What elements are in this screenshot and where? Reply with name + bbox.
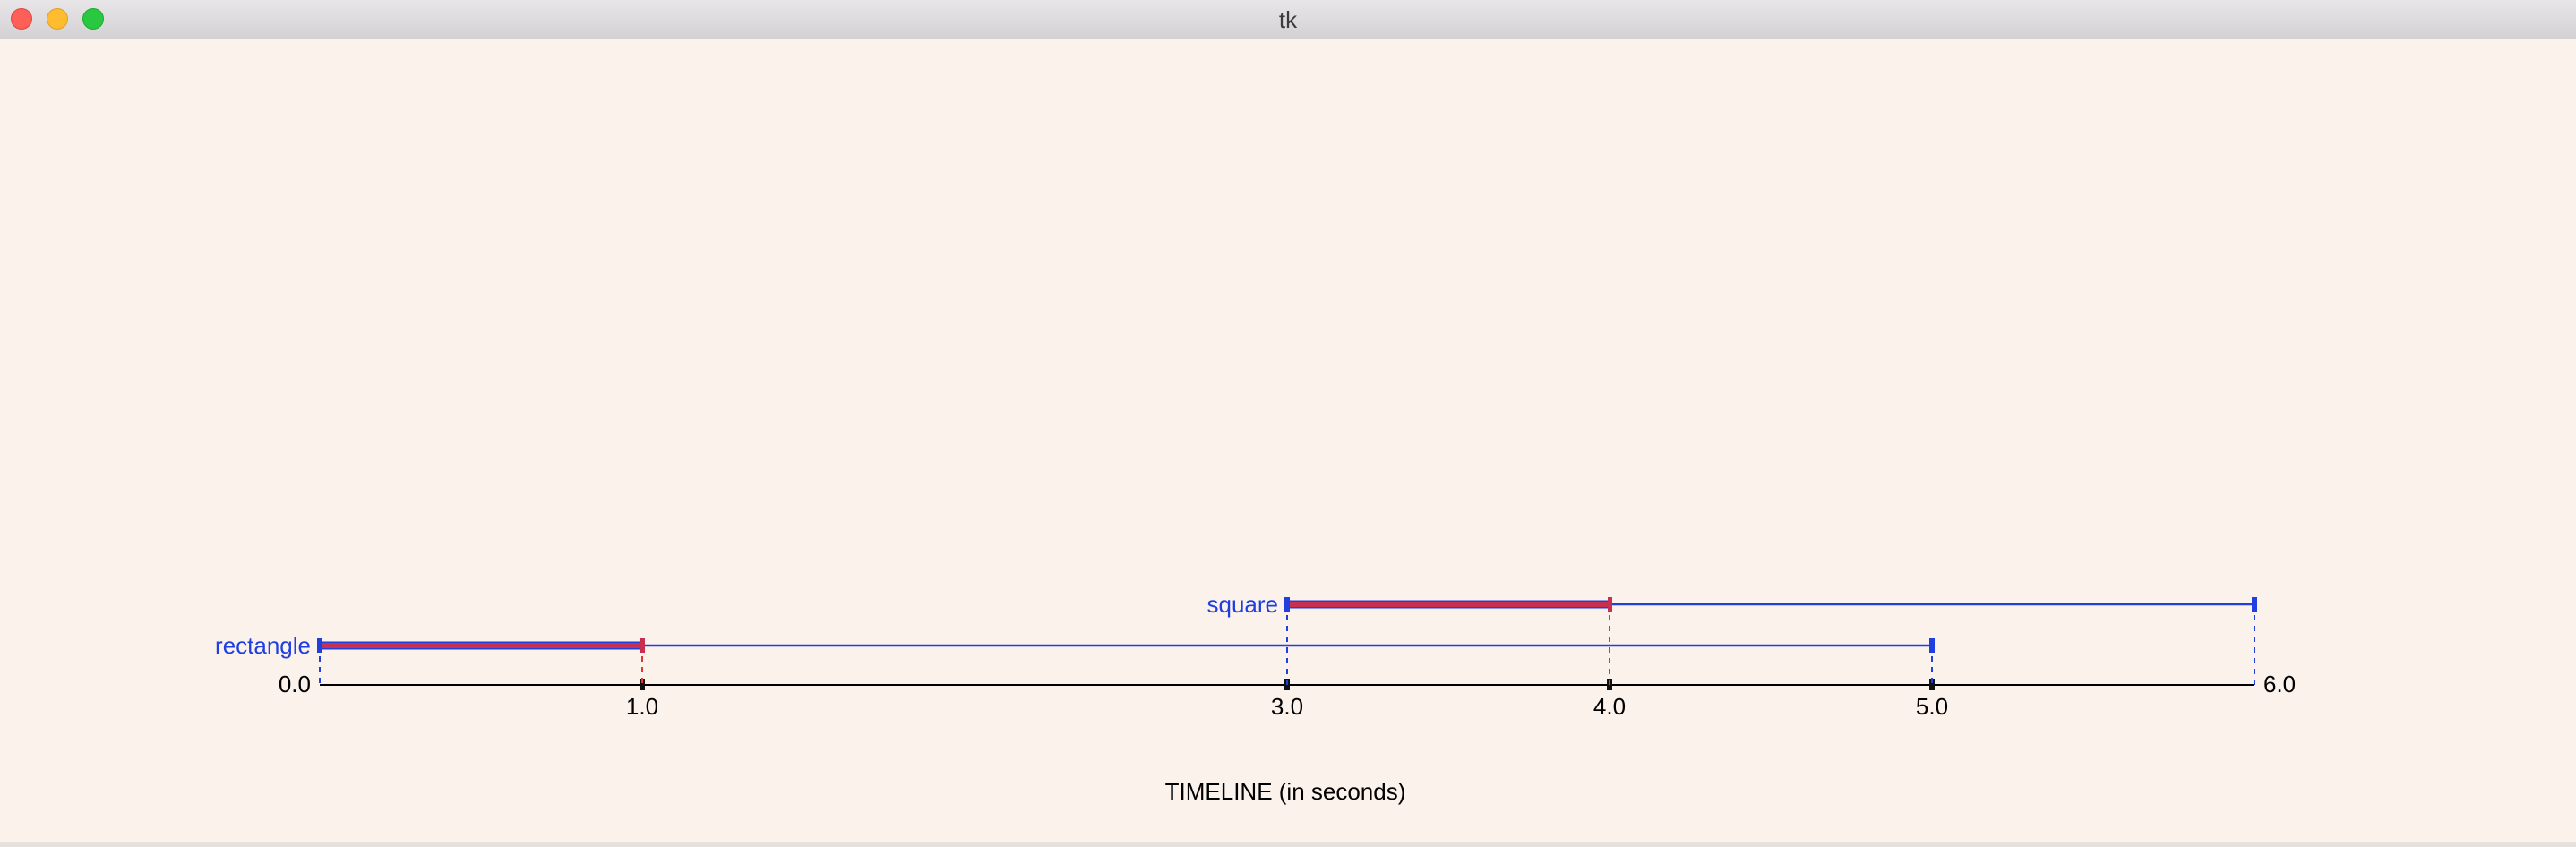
window-bottom-edge bbox=[0, 842, 2576, 847]
app-window: tk 0.0 1.0 3.0 4.0 5.0 6.0 rectangle square TIME… bbox=[0, 0, 2576, 847]
track-end-cap bbox=[1929, 638, 1935, 653]
axis-tick-label: 5.0 bbox=[1916, 693, 1948, 720]
track-start-cap bbox=[317, 638, 322, 653]
track-label-rectangle: rectangle bbox=[215, 632, 311, 659]
track-start-cap bbox=[1284, 597, 1290, 612]
progress-end-cap bbox=[640, 638, 645, 653]
axis-tick-label: 3.0 bbox=[1271, 693, 1303, 720]
axis-tick-label: 1.0 bbox=[626, 693, 658, 720]
axis-tick-label: 6.0 bbox=[2263, 671, 2296, 697]
timeline-svg: 0.0 1.0 3.0 4.0 5.0 6.0 rectangle square TIMELIN… bbox=[215, 591, 2296, 805]
progress-end-cap bbox=[1608, 597, 1612, 612]
axis-tick-label: 4.0 bbox=[1593, 693, 1626, 720]
track-label-square: square bbox=[1207, 591, 1279, 618]
axis-tick-label: 0.0 bbox=[279, 671, 311, 697]
track-end-cap bbox=[2252, 597, 2257, 612]
timeline-canvas[interactable]: 0.0 1.0 3.0 4.0 5.0 6.0 rectangle square TIMELIN… bbox=[0, 39, 2576, 847]
window-title: tk bbox=[1278, 6, 1298, 33]
title-bar[interactable]: tk bbox=[0, 0, 2576, 39]
timeline-caption: TIMELINE (in seconds) bbox=[1165, 778, 1406, 805]
